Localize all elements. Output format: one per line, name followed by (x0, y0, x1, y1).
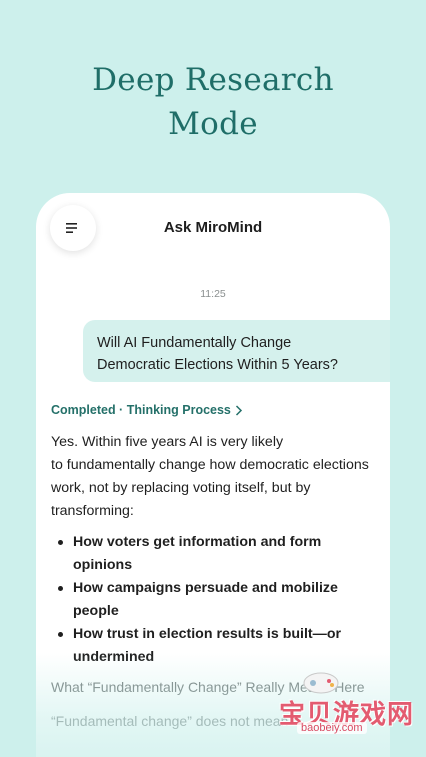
list-item: How trust in election results is built—o… (58, 623, 378, 669)
list-item-text: undermined (73, 649, 155, 665)
bullet-dot (58, 586, 63, 591)
thinking-process-label: Completed · Thinking Process (51, 403, 231, 417)
gamepad-icon (303, 672, 339, 694)
list-item: How voters get information and form opin… (58, 531, 378, 577)
thinking-process-link[interactable]: Completed · Thinking Process (51, 403, 243, 417)
watermark-logo: 宝贝游戏网 baobeiy.com (257, 668, 413, 740)
section-text: “Fundamental change” does not mean (51, 713, 289, 729)
answer-line: Yes. Within five years AI is very likely (51, 434, 284, 450)
chevron-right-icon (235, 404, 242, 416)
bullet-dot (58, 540, 63, 545)
user-message-line: Democratic Elections Within 5 Years? (97, 357, 338, 373)
list-item-text: How trust in election results is built—o… (73, 626, 342, 642)
hero-line-2: Mode (168, 106, 258, 142)
page-title: Ask MiroMind (163, 219, 263, 236)
answer-line: work, not by replacing voting itself, bu… (51, 480, 311, 496)
list-item-text: How voters get information and form (73, 534, 322, 550)
user-message-bubble[interactable]: Will AI Fundamentally Change Democratic … (83, 320, 390, 382)
bullet-dot (58, 632, 63, 637)
answer-paragraph: Yes. Within five years AI is very likely… (51, 431, 381, 523)
hero-heading: Deep Research Mode (0, 58, 426, 146)
list-item: How campaigns persuade and mobilize peop… (58, 577, 378, 623)
answer-line: to fundamentally change how democratic e… (51, 457, 369, 473)
list-item-text: people (73, 603, 119, 619)
message-timestamp: 11:25 (200, 288, 226, 300)
user-message-line: Will AI Fundamentally Change (97, 335, 292, 351)
watermark-url: baobeiy.com (297, 722, 367, 734)
list-item-text: How campaigns persuade and mobilize (73, 580, 338, 596)
answer-bullet-list: How voters get information and form opin… (58, 531, 378, 669)
answer-line: transforming: (51, 503, 134, 519)
hero-line-1: Deep Research (92, 62, 334, 98)
list-item-text: opinions (73, 557, 133, 573)
